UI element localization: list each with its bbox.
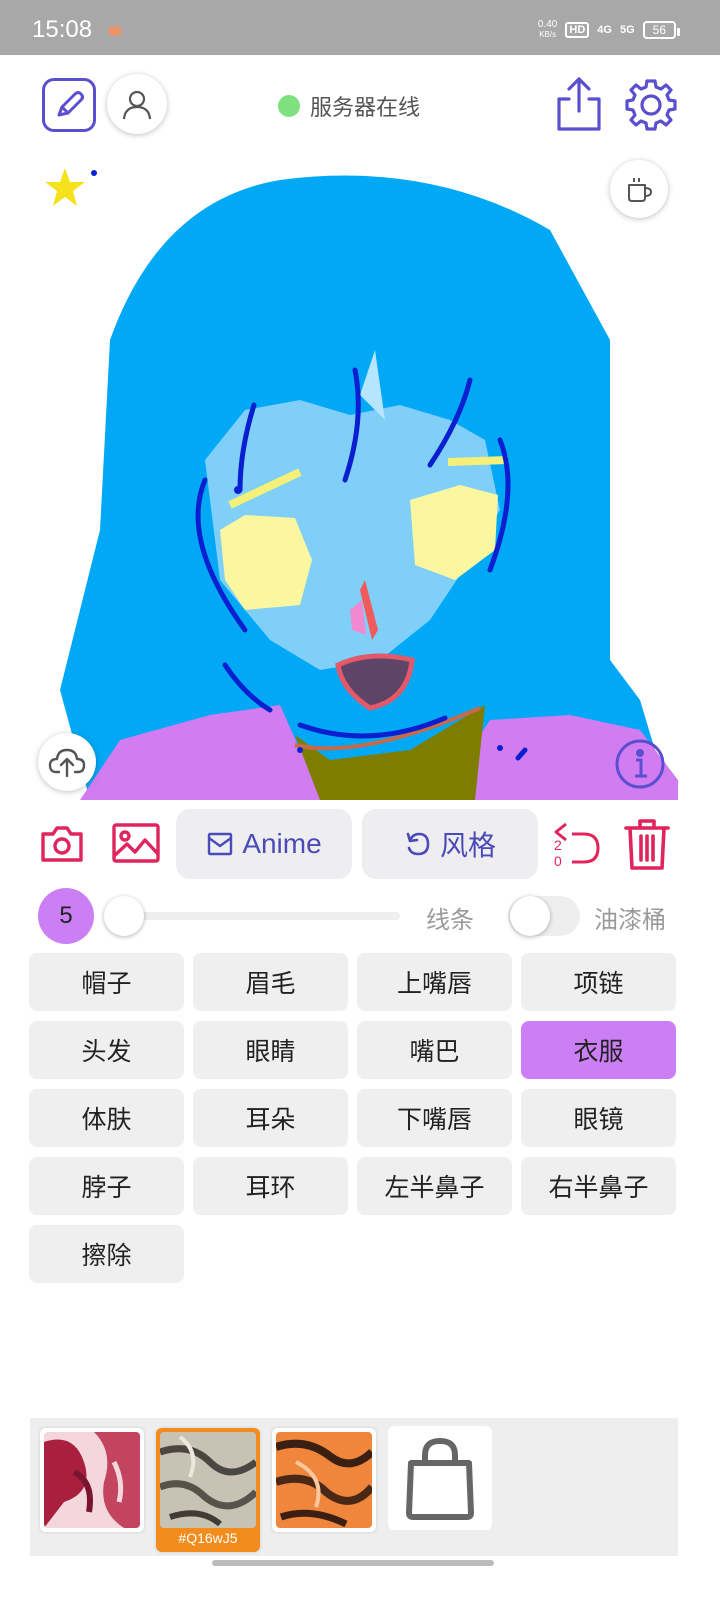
info-button[interactable] [614, 738, 666, 790]
undo-count: 2 [554, 837, 562, 853]
hd-badge: HD [565, 22, 590, 38]
camera-button[interactable] [38, 822, 86, 866]
style-button[interactable]: 风格 [362, 809, 538, 879]
star-icon [45, 168, 97, 206]
texture-option-selected[interactable]: #Q16wJ5 [156, 1428, 260, 1552]
anime-button[interactable]: Anime [176, 809, 352, 879]
part-button[interactable]: 擦除 [29, 1225, 184, 1283]
anime-sketch [30, 160, 678, 800]
notification-dot-icon [108, 26, 122, 36]
part-button[interactable]: 眼睛 [193, 1021, 348, 1079]
texture-thumbnail [276, 1432, 372, 1528]
brush-size-badge: 5 [38, 888, 94, 944]
part-button[interactable]: 脖子 [29, 1157, 184, 1215]
share-button[interactable] [554, 74, 604, 134]
cloud-upload-button[interactable] [38, 733, 96, 791]
anime-button-label: Anime [242, 828, 322, 859]
server-status: 服务器在线 [278, 90, 420, 122]
part-selector-grid: 帽子 眉毛 上嘴唇 项链头发 眼睛 嘴巴 衣服体肤 耳朵 下嘴唇 眼镜脖子 耳环 左半鼻子 右半鼻子擦除 [29, 953, 677, 1283]
network-speed: 0.40 KB/s [538, 20, 557, 40]
paint-bucket-label: 油漆桶 [594, 906, 666, 934]
signal-4g-icon: 4G [597, 24, 612, 36]
part-button[interactable]: 上嘴唇 [357, 953, 512, 1011]
user-icon [122, 90, 152, 120]
texture-option[interactable] [272, 1428, 376, 1532]
cloud-upload-icon [48, 748, 86, 778]
pencil-icon [57, 91, 84, 117]
texture-thumbnail [160, 1432, 256, 1528]
texture-option[interactable] [40, 1428, 144, 1532]
settings-button[interactable] [622, 76, 680, 134]
rotate-icon [406, 832, 430, 856]
lines-mode-label: 线条 [426, 906, 474, 934]
part-button[interactable]: 下嘴唇 [357, 1089, 512, 1147]
share-icon [557, 77, 601, 131]
part-button[interactable]: 耳环 [193, 1157, 348, 1215]
drawing-canvas[interactable] [30, 160, 678, 800]
battery-icon: 56 [642, 21, 681, 39]
part-button[interactable]: 右半鼻子 [521, 1157, 676, 1215]
part-button[interactable]: 眼镜 [521, 1089, 676, 1147]
coffee-cup-icon [628, 178, 652, 202]
brush-size-slider[interactable] [108, 912, 400, 920]
status-time: 15:08 [32, 16, 93, 43]
network-speed-unit: KB/s [539, 30, 557, 39]
favorite-button[interactable] [40, 162, 100, 212]
network-speed-value: 0.40 [537, 19, 558, 30]
texture-thumbnail [44, 1432, 140, 1528]
status-indicators: 0.40 KB/s HD 4G 5G 56 [538, 20, 681, 40]
status-bar: 15:08 0.40 KB/s HD 4G 5G 56 [0, 0, 720, 55]
texture-shop-button[interactable] [388, 1426, 492, 1530]
undo-icon: 2 0 [554, 822, 600, 869]
trash-icon [624, 819, 670, 870]
server-status-text: 服务器在线 [310, 96, 421, 121]
part-button[interactable]: 体肤 [29, 1089, 184, 1147]
part-button[interactable]: 帽子 [29, 953, 184, 1011]
donate-button[interactable] [610, 160, 668, 218]
home-indicator[interactable] [212, 1560, 494, 1566]
redo-count: 0 [554, 853, 562, 869]
undo-button[interactable]: 2 0 [550, 816, 604, 872]
part-button[interactable]: 嘴巴 [357, 1021, 512, 1079]
shopping-bag-icon [406, 1438, 474, 1520]
server-status-dot [278, 95, 300, 117]
paint-bucket-toggle[interactable] [508, 896, 580, 936]
gear-icon [625, 79, 677, 131]
texture-code: #Q16wJ5 [178, 1530, 238, 1546]
brush-size-slider-thumb[interactable] [104, 896, 144, 936]
part-button[interactable]: 项链 [521, 953, 676, 1011]
part-button[interactable]: 眉毛 [193, 953, 348, 1011]
edit-button[interactable] [42, 78, 96, 132]
part-button[interactable]: 耳朵 [193, 1089, 348, 1147]
style-button-label: 风格 [439, 830, 496, 861]
mail-icon [208, 832, 233, 856]
signal-5g-icon: 5G [619, 24, 635, 36]
part-button[interactable]: 左半鼻子 [357, 1157, 512, 1215]
image-icon [112, 823, 160, 863]
camera-icon [41, 826, 83, 862]
info-icon [615, 739, 665, 789]
part-button[interactable]: 头发 [29, 1021, 184, 1079]
gallery-button[interactable] [110, 820, 162, 866]
profile-button[interactable] [107, 74, 167, 134]
paint-bucket-toggle-knob [510, 896, 550, 936]
part-button[interactable]: 衣服 [521, 1021, 676, 1079]
clear-canvas-button[interactable] [620, 814, 674, 874]
